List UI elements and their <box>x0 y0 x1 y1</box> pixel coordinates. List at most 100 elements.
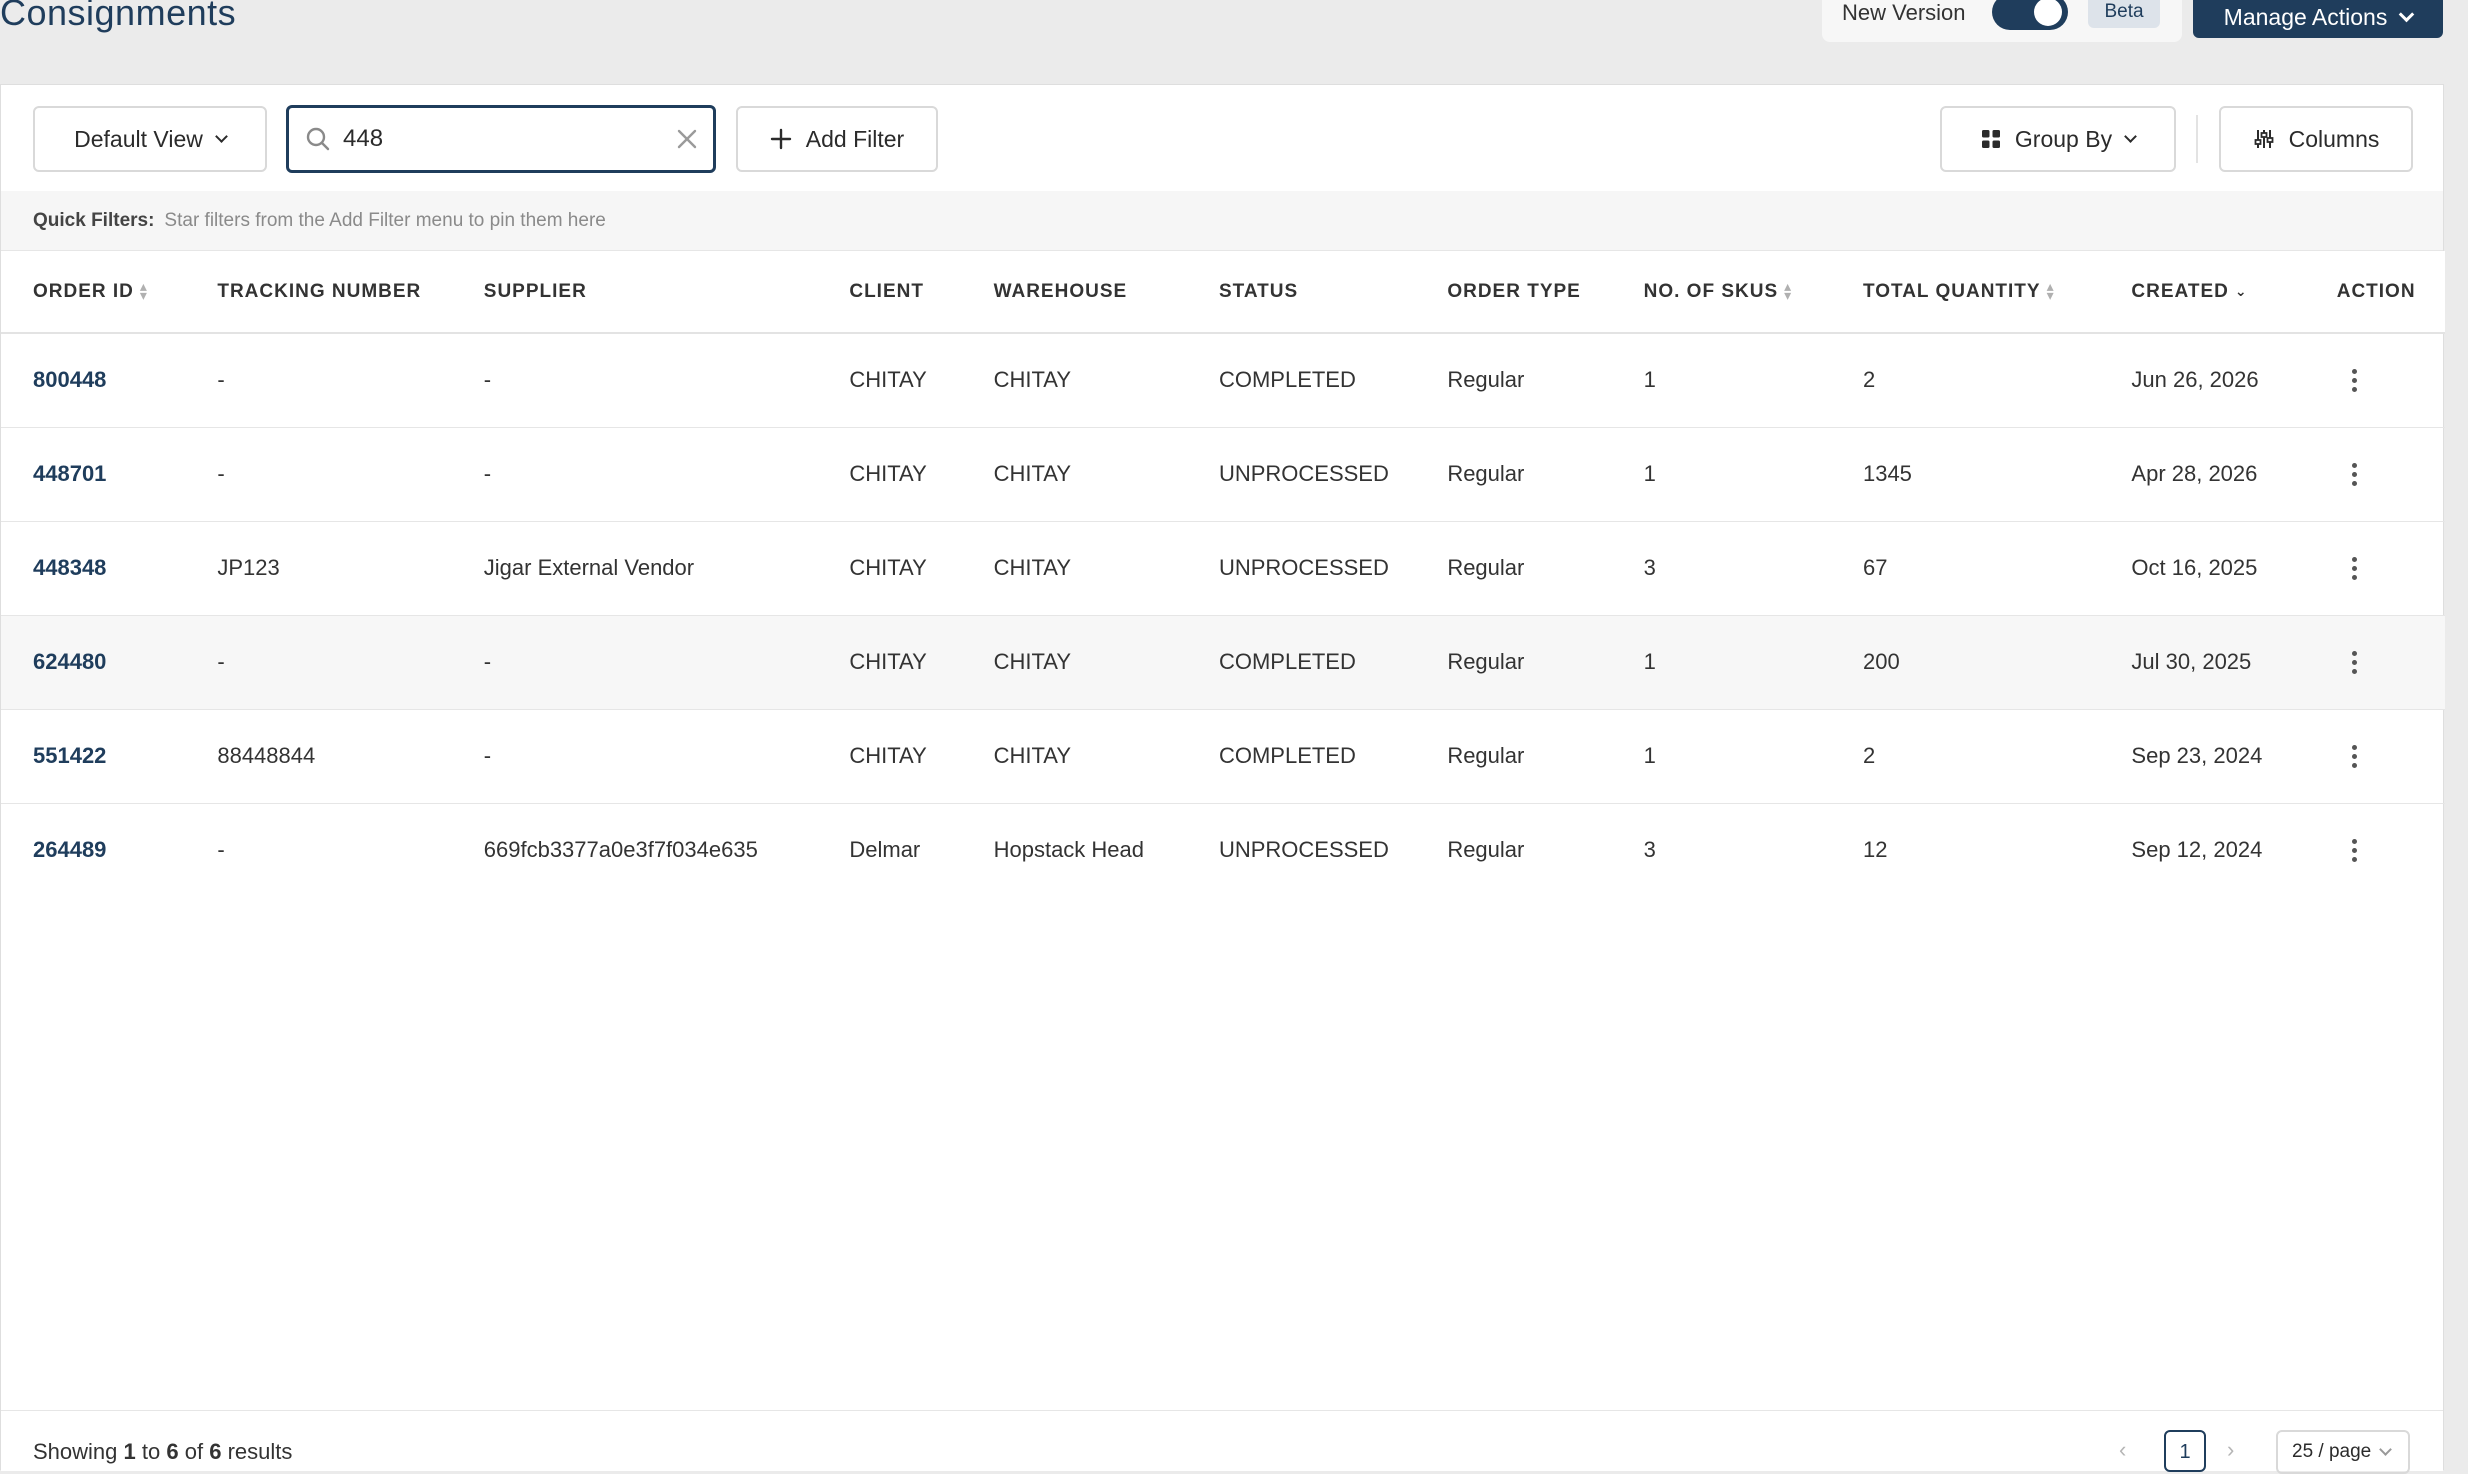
manage-actions-button[interactable]: Manage Actions <box>2193 0 2443 38</box>
status-cell: UNPROCESSED <box>1218 521 1448 616</box>
top-header: Consignments New Version Beta Manage Act… <box>0 0 2468 84</box>
plus-icon <box>770 128 791 150</box>
add-filter-button[interactable]: Add Filter <box>736 106 938 172</box>
created-cell: Jul 30, 2025 <box>2131 615 2337 710</box>
order-id-link[interactable]: 264489 <box>33 837 106 862</box>
chevron-down-icon <box>2399 6 2415 22</box>
toolbar-divider <box>2196 115 2198 163</box>
chevron-down-icon <box>2124 129 2137 143</box>
search-icon <box>306 127 330 151</box>
default-view-label: Default View <box>74 125 203 152</box>
sort-icon: ▴ ▾ <box>139 277 148 304</box>
order-type-cell: Regular <box>1447 427 1644 522</box>
quantity-cell: 200 <box>1862 615 2132 710</box>
tracking-number-cell: - <box>217 333 484 428</box>
results-summary: Showing 1 to 6 of 6 results <box>33 1439 293 1464</box>
status-cell: COMPLETED <box>1218 709 1448 804</box>
table-row: 264489 - 669fcb3377a0e3f7f034e635 Delmar… <box>1 803 2445 897</box>
column-header-supplier: SUPPLIER <box>483 251 850 334</box>
column-header-skus[interactable]: NO. OF SKUS ▴ ▾ <box>1643 251 1863 334</box>
page-1-button[interactable]: 1 <box>2164 1430 2206 1472</box>
client-cell: CHITAY <box>849 521 994 616</box>
default-view-dropdown[interactable]: Default View <box>33 106 267 172</box>
warehouse-cell: CHITAY <box>993 427 1219 522</box>
sort-descending-icon: ⌄ <box>2234 282 2248 299</box>
add-filter-label: Add Filter <box>805 125 905 152</box>
order-id-link[interactable]: 448701 <box>33 461 106 486</box>
column-header-warehouse: WAREHOUSE <box>993 251 1219 334</box>
skus-cell: 3 <box>1643 837 1656 863</box>
clear-search-icon[interactable] <box>675 127 699 151</box>
page-title: Consignments <box>0 0 237 33</box>
new-version-label: New Version <box>1842 0 1966 25</box>
order-id-link[interactable]: 800448 <box>33 367 106 392</box>
warehouse-cell: CHITAY <box>993 521 1219 616</box>
client-cell: CHITAY <box>849 427 994 522</box>
supplier-cell: - <box>483 333 850 428</box>
next-page-icon[interactable]: › <box>2227 1437 2234 1463</box>
created-cell: Sep 23, 2024 <box>2131 709 2337 804</box>
quantity-cell: 2 <box>1862 709 2132 804</box>
order-id-link[interactable]: 448348 <box>33 555 106 580</box>
supplier-cell: - <box>483 709 850 804</box>
previous-page-icon[interactable]: ‹ <box>2119 1437 2126 1463</box>
main-panel: Default View Add Filter <box>0 84 2445 1474</box>
consignments-table: ORDER ID ▴ ▾ TRACKING NUMBER SUPPLIER CLIE… <box>1 251 2445 897</box>
grid-icon <box>1981 130 2000 148</box>
group-by-dropdown[interactable]: Group By <box>1940 106 2176 172</box>
warehouse-cell: CHITAY <box>993 709 1219 804</box>
table-row: 551422 88448844 - CHITAY CHITAY COMPLETE… <box>1 709 2445 804</box>
order-id-link[interactable]: 624480 <box>33 649 106 674</box>
column-header-order-id[interactable]: ORDER ID ▴ ▾ <box>1 251 218 334</box>
client-cell: CHITAY <box>849 709 994 804</box>
quantity-cell: 67 <box>1862 521 2132 616</box>
warehouse-cell: Hopstack Head <box>993 837 1145 863</box>
status-cell: UNPROCESSED <box>1218 837 1389 863</box>
order-type-cell: Regular <box>1447 521 1644 616</box>
status-cell: UNPROCESSED <box>1218 427 1448 522</box>
column-header-order-type: ORDER TYPE <box>1447 251 1644 334</box>
page-size-value: 25 / page <box>2292 1441 2372 1462</box>
row-actions-kebab-icon[interactable] <box>2339 552 2371 584</box>
page-size-select[interactable]: 25 / page <box>2276 1430 2410 1474</box>
created-cell: Apr 28, 2026 <box>2131 427 2337 522</box>
row-actions-kebab-icon[interactable] <box>2339 646 2371 678</box>
manage-actions-label: Manage Actions <box>2223 3 2388 30</box>
supplier-cell: - <box>483 615 850 710</box>
sort-icon: ▴ ▾ <box>1784 277 1793 304</box>
column-header-status: STATUS <box>1218 251 1448 334</box>
tracking-number-cell: - <box>217 615 484 710</box>
column-header-tracking-number: TRACKING NUMBER <box>217 251 484 334</box>
created-cell: Jun 26, 2026 <box>2131 333 2337 428</box>
order-type-cell: Regular <box>1447 837 1525 863</box>
skus-cell: 1 <box>1643 333 1863 428</box>
order-id-link[interactable]: 551422 <box>33 743 106 768</box>
search-box <box>286 105 716 173</box>
column-header-total-quantity[interactable]: TOTAL QUANTITY ▴ ▾ <box>1862 251 2132 334</box>
row-actions-kebab-icon[interactable] <box>2339 740 2371 772</box>
row-actions-kebab-icon[interactable] <box>2339 364 2371 396</box>
quantity-cell: 1345 <box>1862 427 2132 522</box>
toolbar: Default View Add Filter <box>1 85 2443 191</box>
quick-filters-hint: Star filters from the Add Filter menu to… <box>164 209 606 231</box>
skus-cell: 1 <box>1643 709 1863 804</box>
order-type-cell: Regular <box>1447 709 1644 804</box>
table-row: 624480 - - CHITAY CHITAY COMPLETED Regul… <box>1 615 2445 710</box>
new-version-toggle[interactable] <box>1992 0 2068 30</box>
column-header-client: CLIENT <box>849 251 994 334</box>
created-cell: Oct 16, 2025 <box>2131 521 2337 616</box>
chevron-down-icon <box>2379 1442 2393 1456</box>
row-actions-kebab-icon[interactable] <box>2339 834 2371 866</box>
quick-filters-label: Quick Filters: <box>33 209 155 231</box>
created-cell: Sep 12, 2024 <box>2131 837 2263 863</box>
table-footer: Showing 1 to 6 of 6 results ‹ 1 › 25 / p… <box>1 1410 2443 1474</box>
supplier-cell: - <box>483 427 850 522</box>
order-type-cell: Regular <box>1447 333 1644 428</box>
column-header-created[interactable]: CREATED ⌄ <box>2131 251 2337 334</box>
search-input[interactable] <box>343 120 663 158</box>
tracking-number-cell: - <box>217 837 225 863</box>
skus-cell: 3 <box>1643 521 1863 616</box>
row-actions-kebab-icon[interactable] <box>2339 458 2371 490</box>
table-header-row: ORDER ID ▴ ▾ TRACKING NUMBER SUPPLIER CLIE… <box>1 251 2445 334</box>
columns-button[interactable]: Columns <box>2219 106 2413 172</box>
